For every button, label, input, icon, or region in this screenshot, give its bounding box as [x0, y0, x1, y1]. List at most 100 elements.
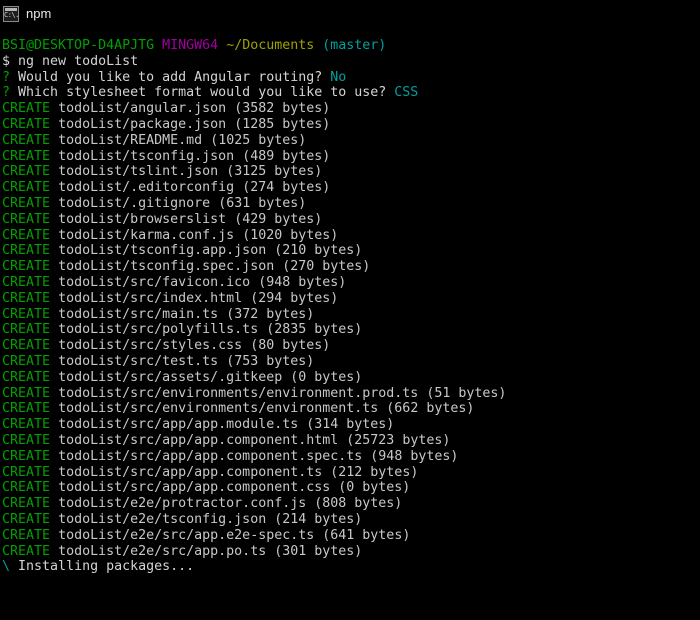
create-file-size: (3125 bytes): [226, 164, 323, 180]
create-file-path: todoList/tslint.json: [58, 164, 219, 180]
create-file-path: todoList/src/polyfills.ts: [58, 322, 259, 338]
create-space: [50, 496, 58, 511]
create-space: [50, 133, 58, 148]
prompt-sigil: $: [2, 53, 11, 69]
create-space-2: [226, 101, 234, 116]
create-space: [50, 322, 58, 337]
create-space: [50, 528, 58, 543]
create-label: CREATE: [2, 274, 51, 290]
create-label: CREATE: [2, 417, 51, 433]
create-label: CREATE: [2, 164, 51, 180]
create-line: CREATE todoList/src/polyfills.ts (2835 b…: [2, 322, 700, 338]
create-label: CREATE: [2, 480, 51, 496]
window-title: npm: [26, 6, 52, 21]
create-label: CREATE: [2, 385, 51, 401]
question-marker-0: ?: [2, 69, 11, 85]
create-file-size: (372 bytes): [226, 306, 315, 322]
create-label: CREATE: [2, 448, 51, 464]
create-file-size: (294 bytes): [250, 290, 339, 306]
create-file-path: todoList/src/app/app.component.spec.ts: [58, 448, 363, 464]
create-space: [50, 180, 58, 195]
create-file-size: (2835 bytes): [266, 322, 363, 338]
question-line-0: ? Would you like to add Angular routing?…: [2, 70, 700, 86]
create-label: CREATE: [2, 543, 51, 559]
create-line: CREATE todoList/src/app/app.component.sp…: [2, 449, 700, 465]
create-file-size: (489 bytes): [242, 148, 331, 164]
question-space-0: [10, 70, 18, 85]
create-label: CREATE: [2, 101, 51, 117]
create-space-2: [234, 180, 242, 195]
create-file-path: todoList/src/main.ts: [58, 306, 219, 322]
create-file-path: todoList/.editorconfig: [58, 180, 235, 196]
create-file-size: (270 bytes): [282, 259, 371, 275]
create-space-2: [234, 149, 242, 164]
create-space-2: [242, 338, 250, 353]
console-icon-glyph: C:\.: [4, 11, 19, 19]
create-file-size: (948 bytes): [370, 448, 459, 464]
create-space: [50, 417, 58, 432]
question-text-1: Which stylesheet format would you like t…: [18, 85, 387, 101]
create-label: CREATE: [2, 243, 51, 259]
create-file-size: (210 bytes): [274, 243, 363, 259]
create-space: [50, 512, 58, 527]
create-file-size: (1025 bytes): [210, 132, 307, 148]
create-line: CREATE todoList/src/index.html (294 byte…: [2, 291, 700, 307]
create-space: [50, 386, 58, 401]
create-line: CREATE todoList/src/styles.css (80 bytes…: [2, 338, 700, 354]
create-space: [50, 465, 58, 480]
create-file-path: todoList/src/environments/environment.pr…: [58, 385, 419, 401]
create-space: [50, 259, 58, 274]
question-space-1: [10, 85, 18, 100]
create-line: CREATE todoList/src/app/app.component.ht…: [2, 433, 700, 449]
create-space: [50, 354, 58, 369]
create-space: [50, 401, 58, 416]
create-space-2: [234, 228, 242, 243]
create-file-size: (662 bytes): [386, 401, 475, 417]
create-label: CREATE: [2, 306, 51, 322]
create-line: CREATE todoList/tsconfig.app.json (210 b…: [2, 243, 700, 259]
create-file-path: todoList/tsconfig.spec.json: [58, 259, 275, 275]
question-line-1: ? Which stylesheet format would you like…: [2, 85, 700, 101]
create-space: [50, 544, 58, 559]
create-file-size: (1285 bytes): [234, 116, 331, 132]
create-label: CREATE: [2, 259, 51, 275]
create-file-size: (274 bytes): [242, 180, 331, 196]
prompt-space-1: [154, 38, 162, 53]
spinner-icon: \: [2, 559, 11, 575]
create-file-path: todoList/e2e/protractor.conf.js: [58, 496, 307, 512]
create-file-path: todoList/src/styles.css: [58, 338, 243, 354]
status-text: Installing packages...: [18, 559, 195, 575]
create-line: CREATE todoList/e2e/protractor.conf.js (…: [2, 496, 700, 512]
create-line: CREATE todoList/src/app/app.module.ts (3…: [2, 417, 700, 433]
terminal-output[interactable]: BSI@DESKTOP-D4APJTG MINGW64 ~/Documents …: [0, 28, 700, 620]
create-file-size: (948 bytes): [258, 274, 347, 290]
create-space: [50, 370, 58, 385]
create-label: CREATE: [2, 511, 51, 527]
prompt-git-branch: (master): [322, 38, 387, 53]
create-file-path: todoList/package.json: [58, 116, 227, 132]
create-space: [50, 196, 58, 211]
command-line: $ ng new todoList: [2, 54, 700, 70]
create-space: [50, 275, 58, 290]
create-file-size: (214 bytes): [274, 511, 363, 527]
create-file-path: todoList/angular.json: [58, 101, 227, 117]
create-label: CREATE: [2, 148, 51, 164]
create-line: CREATE todoList/tsconfig.json (489 bytes…: [2, 149, 700, 165]
create-line: CREATE todoList/src/environments/environ…: [2, 386, 700, 402]
create-file-size: (753 bytes): [226, 353, 315, 369]
create-label: CREATE: [2, 322, 51, 338]
create-space-2: [202, 133, 210, 148]
create-file-path: todoList/src/index.html: [58, 290, 243, 306]
create-line: CREATE todoList/.gitignore (631 bytes): [2, 196, 700, 212]
create-space: [50, 212, 58, 227]
create-space-2: [226, 117, 234, 132]
create-file-size: (1020 bytes): [242, 227, 339, 243]
create-file-size: (25723 bytes): [346, 432, 451, 448]
command-text: ng new todoList: [18, 53, 139, 69]
create-file-path: todoList/src/app/app.component.html: [58, 432, 339, 448]
console-icon: C:\.: [3, 6, 19, 22]
create-label: CREATE: [2, 180, 51, 196]
prompt-user-host: BSI@DESKTOP-D4APJTG: [2, 38, 155, 53]
prompt-line: BSI@DESKTOP-D4APJTG MINGW64 ~/Documents …: [2, 38, 700, 54]
create-label: CREATE: [2, 338, 51, 354]
